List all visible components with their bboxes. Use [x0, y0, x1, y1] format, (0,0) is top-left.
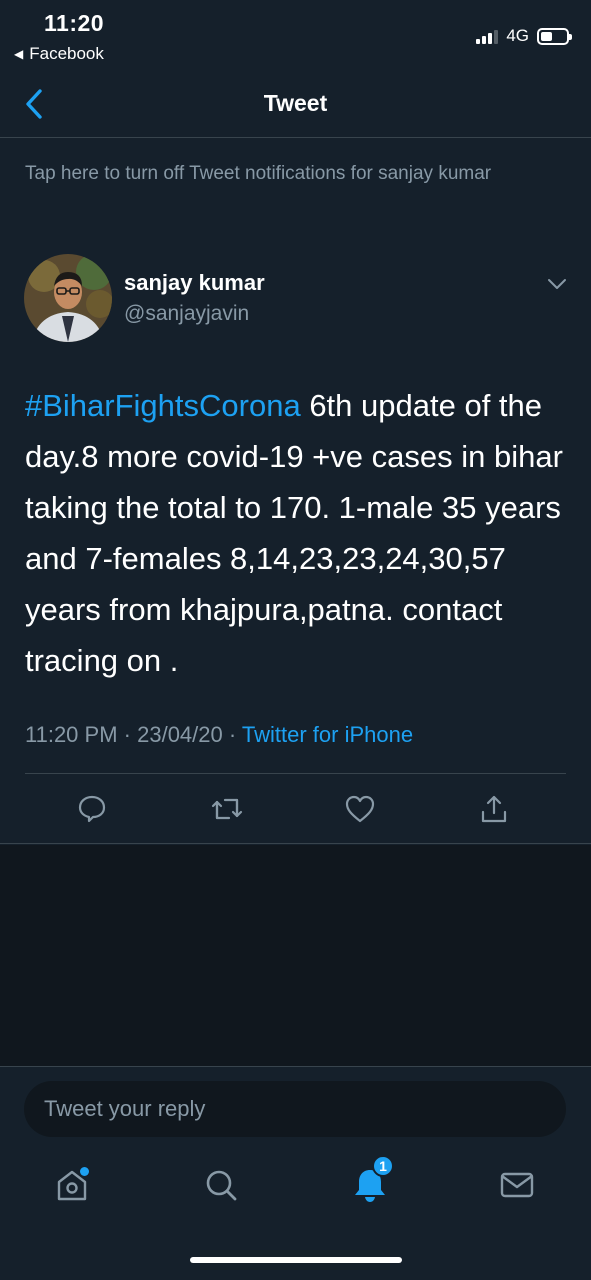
author-handle[interactable]: @sanjayjavin: [124, 302, 249, 326]
retweet-button[interactable]: [210, 792, 244, 826]
search-icon: [206, 1170, 237, 1201]
back-to-app-label: Facebook: [29, 44, 104, 63]
network-type: 4G: [506, 26, 529, 45]
tweet-time: 11:20 PM: [25, 722, 118, 747]
signal-strength-icon: [476, 28, 499, 44]
home-indicator[interactable]: [190, 1257, 402, 1263]
tab-bar: 1: [0, 1155, 591, 1219]
tweet-text: #BiharFightsCorona 6th update of the day…: [25, 380, 573, 686]
notification-toggle-banner[interactable]: Tap here to turn off Tweet notifications…: [25, 160, 505, 187]
tab-notifications[interactable]: 1: [350, 1155, 394, 1205]
reply-input[interactable]: [24, 1081, 566, 1137]
status-indicators: 4G: [476, 26, 572, 46]
meta-separator: ·: [117, 722, 138, 747]
reply-button[interactable]: [75, 792, 109, 826]
status-bar: 11:20 ◀ Facebook 4G: [0, 0, 591, 72]
bottom-bar: 1: [0, 1066, 591, 1280]
avatar[interactable]: [24, 254, 112, 342]
tab-messages[interactable]: [497, 1165, 537, 1205]
new-content-dot: [80, 1167, 89, 1176]
tab-home[interactable]: [52, 1165, 92, 1205]
tweet-source-link[interactable]: Twitter for iPhone: [242, 722, 413, 747]
retweet-icon: [211, 798, 243, 820]
chevron-down-icon: [548, 279, 566, 289]
tab-search[interactable]: [201, 1165, 241, 1205]
tweet-author: sanjay kumar @sanjayjavin: [24, 254, 569, 344]
reply-icon: [78, 795, 106, 823]
more-options-button[interactable]: [545, 272, 569, 296]
mail-icon: [500, 1172, 534, 1198]
heart-icon: [345, 795, 375, 823]
author-name[interactable]: sanjay kumar: [124, 270, 265, 296]
battery-icon: [537, 27, 572, 45]
tweet-date: 23/04/20: [137, 722, 223, 747]
tweet-body: 6th update of the day.8 more covid-19 +v…: [25, 388, 563, 678]
status-time: 11:20: [44, 10, 105, 36]
back-triangle-icon: ◀: [14, 47, 24, 61]
tweet-actions: [0, 774, 591, 844]
meta-separator: ·: [222, 722, 242, 747]
tweet-meta: 11:20 PM · 23/04/20 · Twitter for iPhone: [25, 722, 413, 748]
navigation-bar: Tweet: [0, 72, 591, 138]
hashtag-link[interactable]: #BiharFightsCorona: [25, 388, 301, 423]
share-icon: [481, 795, 507, 823]
notifications-badge: 1: [372, 1155, 394, 1177]
empty-replies-area: [0, 845, 591, 1067]
avatar-image: [24, 254, 112, 342]
back-to-app-link[interactable]: ◀ Facebook: [14, 44, 104, 64]
share-button[interactable]: [477, 792, 511, 826]
page-title: Tweet: [263, 90, 328, 116]
like-button[interactable]: [343, 792, 377, 826]
